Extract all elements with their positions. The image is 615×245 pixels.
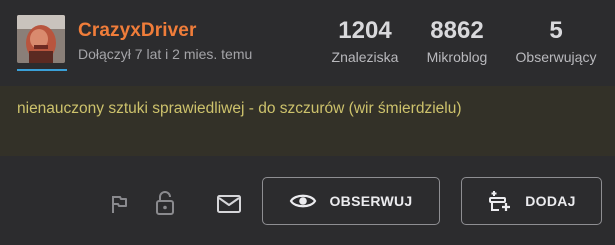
avatar[interactable]: [17, 15, 65, 63]
profile-card: CrazyxDriver Dołączył 7 lat i 2 mies. te…: [0, 0, 615, 245]
observe-button[interactable]: OBSERWUJ: [262, 177, 440, 225]
avatar-image: [17, 15, 65, 63]
description-text: nienauczony sztuki sprawiedliwej - do sz…: [17, 100, 462, 117]
username-link[interactable]: CrazyxDriver: [78, 20, 196, 42]
block-button[interactable]: [152, 189, 178, 217]
add-label: DODAJ: [525, 193, 576, 209]
envelope-icon: [217, 195, 241, 213]
eye-icon: [290, 194, 317, 208]
joined-date: Dołączył 7 lat i 2 mies. temu: [78, 46, 253, 62]
stat-mikroblog[interactable]: 8862 Mikroblog: [418, 17, 496, 66]
report-button[interactable]: [106, 191, 132, 217]
stat-value: 8862: [430, 17, 484, 44]
flag-icon: [112, 196, 127, 213]
observe-label: OBSERWUJ: [329, 193, 413, 209]
add-plus-icon: [489, 191, 511, 211]
stat-obserwujacy[interactable]: 5 Obserwujący: [508, 17, 604, 66]
add-button[interactable]: DODAJ: [461, 177, 602, 225]
stat-znaleziska[interactable]: 1204 Znaleziska: [326, 17, 404, 66]
stat-value: 1204: [338, 17, 392, 44]
avatar-status-bar: [17, 69, 67, 71]
stat-value: 5: [549, 17, 563, 44]
stat-label: Mikroblog: [426, 49, 488, 65]
profile-description: nienauczony sztuki sprawiedliwej - do sz…: [0, 86, 615, 156]
message-button[interactable]: [215, 191, 243, 217]
stat-label: Znaleziska: [331, 49, 399, 65]
stat-label: Obserwujący: [515, 49, 597, 65]
unlock-icon: [156, 191, 174, 215]
